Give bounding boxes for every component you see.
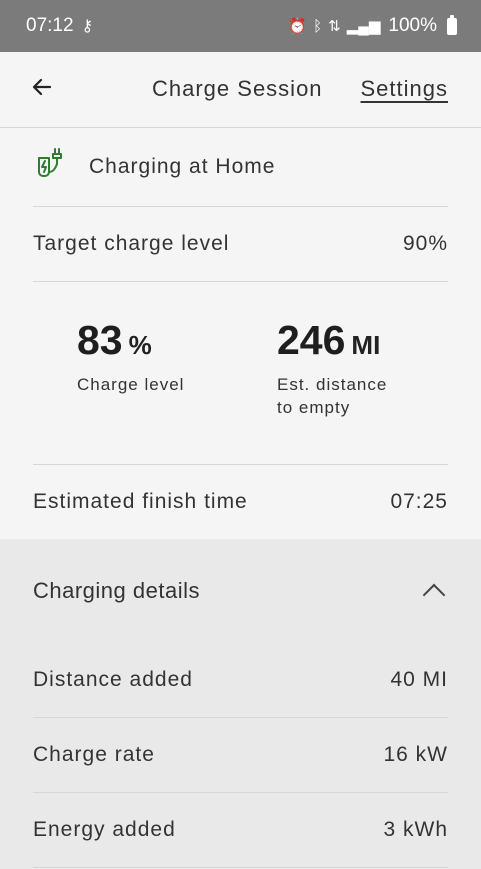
- detail-value: 16 kW: [383, 743, 448, 766]
- charging-details-toggle[interactable]: Charging details: [33, 539, 448, 643]
- battery-icon: [447, 14, 457, 35]
- alarm-icon: ⏰: [288, 18, 308, 35]
- chevron-up-icon[interactable]: [422, 583, 446, 607]
- range-stat: 246 MI Est. distance to empty: [277, 320, 407, 464]
- data-icon: ⇅: [328, 18, 341, 35]
- detail-label: Charge rate: [33, 743, 155, 766]
- status-icons: ⏰ ᛒ ⇅ ▂▄▆: [288, 17, 381, 36]
- charging-details-title: Charging details: [33, 578, 200, 603]
- target-charge-label: Target charge level: [33, 232, 230, 255]
- charging-details-panel: Charging details Distance added 40 MI Ch…: [0, 539, 481, 869]
- finish-time-label: Estimated finish time: [33, 490, 248, 513]
- finish-time-row: Estimated finish time 07:25: [33, 465, 448, 540]
- charging-location-row: Charging at Home: [33, 128, 448, 207]
- charge-stats: 83% Charge level 246 MI Est. distance to …: [33, 282, 448, 465]
- target-charge-value: 90%: [402, 232, 448, 255]
- bluetooth-icon: ᛒ: [313, 17, 323, 35]
- charge-level-label: Charge level: [77, 375, 185, 394]
- range-label: Est. distance to empty: [277, 375, 388, 417]
- page-title: Charge Session: [152, 76, 323, 101]
- detail-label: Distance added: [33, 668, 193, 691]
- detail-value: 40 MI: [390, 668, 448, 691]
- signal-icon: ▂▄▆: [346, 18, 381, 35]
- detail-label: Energy added: [33, 818, 176, 841]
- app-header: Charge Session Settings: [0, 52, 481, 128]
- detail-row-energy: Energy added 3 kWh: [33, 793, 448, 868]
- target-charge-row[interactable]: Target charge level 90%: [33, 207, 448, 282]
- status-right: ⏰ ᛒ ⇅ ▂▄▆ 100%: [288, 14, 457, 37]
- charging-plug-icon: [33, 146, 67, 188]
- range-value: 246: [277, 317, 346, 363]
- charge-level-stat: 83% Charge level: [77, 320, 277, 464]
- settings-link[interactable]: Settings: [361, 76, 449, 102]
- charge-level-value: 83: [77, 317, 123, 363]
- status-bar: 07:12 ⚷ ⏰ ᛒ ⇅ ▂▄▆ 100%: [0, 0, 481, 52]
- finish-time-value: 07:25: [390, 490, 448, 513]
- back-arrow-icon[interactable]: [30, 75, 70, 104]
- main-content: Charging at Home Target charge level 90%…: [0, 128, 481, 540]
- range-unit: MI: [351, 330, 381, 360]
- status-time: 07:12: [26, 15, 74, 36]
- charge-level-unit: %: [128, 330, 152, 360]
- status-left: 07:12 ⚷: [26, 15, 93, 37]
- detail-row-distance: Distance added 40 MI: [33, 643, 448, 718]
- detail-row-rate: Charge rate 16 kW: [33, 718, 448, 793]
- battery-percent: 100%: [388, 15, 437, 36]
- charging-location-label: Charging at Home: [89, 155, 276, 178]
- detail-value: 3 kWh: [383, 818, 448, 841]
- key-icon: ⚷: [81, 18, 94, 35]
